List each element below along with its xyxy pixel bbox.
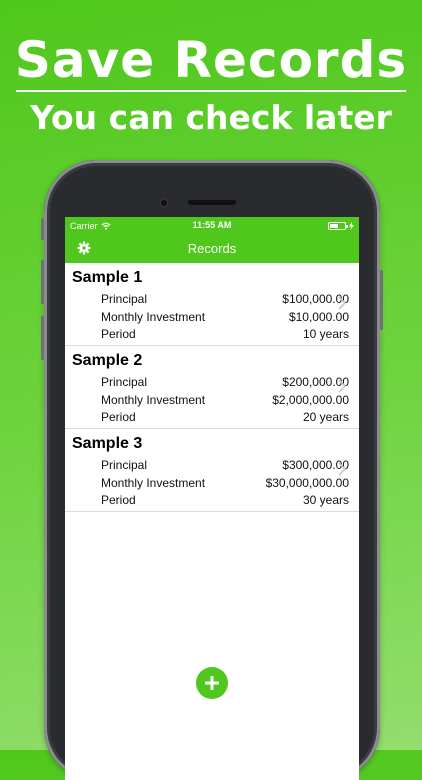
chevron-right-icon	[338, 462, 347, 476]
record-row-principal: Principal $100,000.00	[72, 291, 349, 309]
gear-icon[interactable]	[77, 241, 91, 255]
row-label: Principal	[101, 292, 148, 306]
front-camera	[159, 198, 169, 208]
record-row-period: Period 30 years	[72, 492, 349, 510]
row-value: $10,000.00	[288, 309, 349, 324]
record-row-period: Period 10 years	[72, 326, 349, 344]
navigation-bar: Records	[65, 234, 359, 263]
volume-up-button	[41, 260, 44, 304]
row-value: 10 years	[302, 327, 349, 341]
row-label: Period	[101, 327, 136, 341]
record-name: Sample 2	[72, 352, 143, 369]
row-label: Monthly Investment	[101, 392, 206, 407]
promo-subtitle: You can check later	[30, 98, 392, 137]
mute-switch	[41, 218, 44, 240]
status-bar: Carrier 11:55 AM	[65, 217, 359, 234]
record-row-principal: Principal $300,000.00	[72, 457, 349, 475]
row-value: $2,000,000.00	[272, 392, 349, 407]
plus-icon	[205, 676, 219, 690]
record-row-principal: Principal $200,000.00	[72, 374, 349, 392]
status-time: 11:55 AM	[192, 220, 232, 230]
promo-title: Save Records	[14, 31, 408, 89]
record-row-period: Period 20 years	[72, 409, 349, 427]
record-item-3[interactable]: Sample 3 Principal $300,000.00 Monthly I…	[65, 429, 359, 512]
record-item-1[interactable]: Sample 1 Principal $100,000.00 Monthly I…	[65, 263, 359, 346]
row-label: Period	[101, 493, 136, 507]
nav-title: Records	[187, 241, 237, 256]
row-label: Monthly Investment	[101, 309, 206, 324]
phone-frame: Carrier 11:55 AM Records Sample 1 Princi…	[41, 160, 383, 780]
power-button	[380, 270, 383, 330]
row-value: 20 years	[302, 410, 349, 424]
record-row-monthly-investment: Monthly Investment $10,000.00	[72, 309, 349, 327]
volume-down-button	[41, 316, 44, 360]
record-row-monthly-investment: Monthly Investment $2,000,000.00	[72, 392, 349, 410]
row-value: $30,000,000.00	[265, 475, 349, 490]
record-item-2[interactable]: Sample 2 Principal $200,000.00 Monthly I…	[65, 346, 359, 429]
record-name: Sample 1	[72, 269, 143, 286]
chevron-right-icon	[338, 296, 347, 310]
phone-screen: Carrier 11:55 AM Records Sample 1 Princi…	[65, 217, 359, 780]
row-label: Principal	[101, 375, 148, 389]
row-label: Principal	[101, 458, 148, 472]
row-label: Monthly Investment	[101, 475, 206, 490]
promo-divider	[16, 90, 406, 92]
earpiece-speaker	[188, 200, 236, 205]
record-name: Sample 3	[72, 435, 143, 452]
chevron-right-icon	[338, 379, 347, 393]
add-record-button[interactable]	[196, 667, 228, 699]
row-value: 30 years	[302, 493, 349, 507]
row-label: Period	[101, 410, 136, 424]
record-row-monthly-investment: Monthly Investment $30,000,000.00	[72, 475, 349, 493]
records-list: Sample 1 Principal $100,000.00 Monthly I…	[65, 263, 359, 512]
battery-level	[330, 223, 338, 228]
battery-icon	[328, 221, 348, 230]
